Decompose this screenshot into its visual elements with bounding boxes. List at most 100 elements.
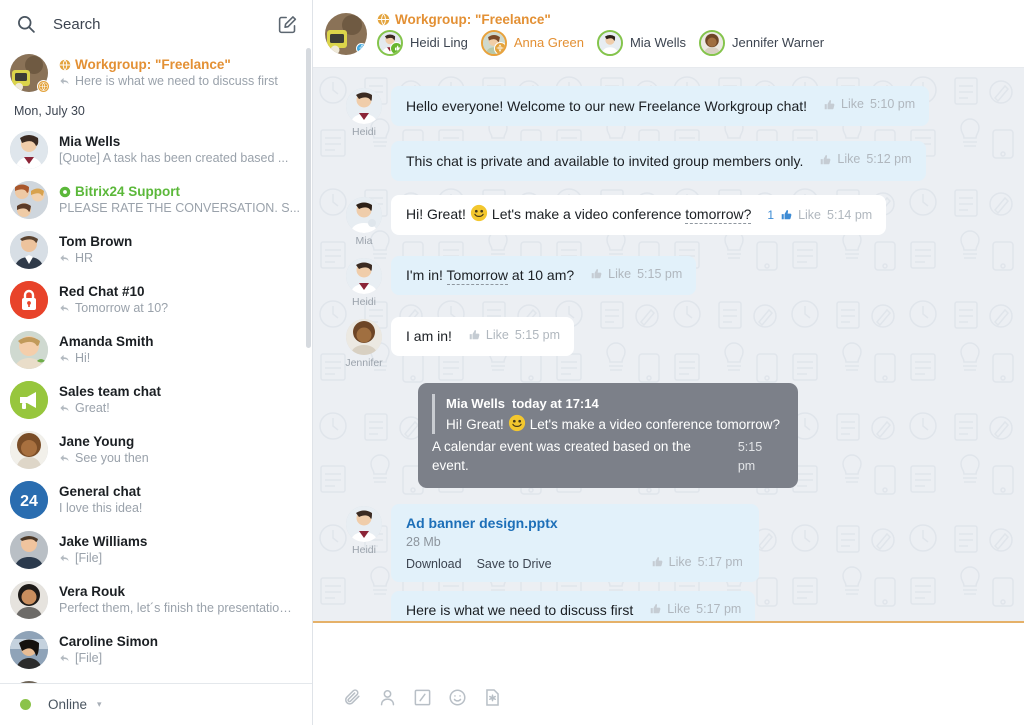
like-label[interactable]: Like xyxy=(608,265,631,284)
chat-item-subtitle-text: Hi! xyxy=(75,350,90,367)
reply-arrow-icon xyxy=(59,303,70,314)
lock-icon xyxy=(10,281,48,319)
message-bubble[interactable]: Hello everyone! Welcome to our new Freel… xyxy=(391,86,929,126)
chevron-down-icon[interactable]: ▾ xyxy=(97,699,102,710)
chat-header-title-text: Workgroup: "Freelance" xyxy=(395,12,551,27)
chat-item-title-text: Red Chat #10 xyxy=(59,283,145,300)
message-dotted-word[interactable]: Tomorrow xyxy=(447,267,508,285)
thumb-up-icon xyxy=(823,99,835,111)
message-row: Heidi I'm in! Tomorrow at 10 am? Like 5:… xyxy=(313,256,1024,308)
chat-member-heidi-ling[interactable]: Heidi Ling xyxy=(377,30,468,56)
chat-item-subtitle-text: Great! xyxy=(75,400,110,417)
thumb-up-icon xyxy=(651,556,663,568)
sidebar-scrollbar-thumb[interactable] xyxy=(306,48,311,348)
avatar xyxy=(10,231,48,269)
like-label[interactable]: Like xyxy=(841,95,864,114)
chat-item-subtitle-text: PLEASE RATE THE CONVERSATION. S... xyxy=(59,200,300,217)
chat-item-title: Red Chat #10 xyxy=(59,283,300,300)
save-to-drive-link[interactable]: Save to Drive xyxy=(477,557,552,571)
message-meta: Like 5:10 pm xyxy=(823,95,915,114)
reply-arrow-icon xyxy=(59,253,70,264)
chat-member-jennifer-warner[interactable]: Jennifer Warner xyxy=(699,30,824,56)
reply-arrow-icon xyxy=(59,553,70,564)
compose-icon[interactable] xyxy=(277,14,298,35)
status-bar[interactable]: Online ▾ xyxy=(0,683,312,725)
chat-item-subtitle-text: Perfect them, let´s finish the presentat… xyxy=(59,600,292,617)
chat-member-name: Mia Wells xyxy=(630,35,686,50)
chat-list-item[interactable]: Caroline Simon [File] xyxy=(0,625,312,675)
avatar xyxy=(10,181,48,219)
support-icon xyxy=(59,186,71,198)
file-message-bubble[interactable]: Ad banner design.pptx 28 Mb Download Sav… xyxy=(391,504,759,582)
chat-list-item[interactable]: Jane Young See you then xyxy=(0,425,312,475)
avatar xyxy=(346,258,382,294)
download-link[interactable]: Download xyxy=(406,557,462,571)
chat-member-name: Heidi Ling xyxy=(410,35,468,50)
message-row: Heidi Ad banner design.pptx 28 Mb Downlo… xyxy=(313,504,1024,582)
like-label[interactable]: Like xyxy=(486,326,509,345)
message-row: This chat is private and available to in… xyxy=(313,141,1024,181)
chat-item-subtitle-text: Tomorrow at 10? xyxy=(75,300,168,317)
search-icon[interactable] xyxy=(16,14,36,34)
chat-item-title: Tom Brown xyxy=(59,233,300,250)
message-text-before: Hi! Great! xyxy=(406,206,466,222)
chat-list-item[interactable]: Workgroup: "Freelance" Here is what we n… xyxy=(0,48,312,98)
message-bubble[interactable]: Hi! Great!Let's make a video conference … xyxy=(391,195,886,235)
message-bubble[interactable]: Here is what we need to discuss first Li… xyxy=(391,591,755,622)
reply-arrow-icon xyxy=(59,453,70,464)
chat-member-list: Heidi Ling Anna Green xyxy=(377,30,837,56)
message-time: 5:10 pm xyxy=(870,95,915,114)
message-row: Heidi Hello everyone! Welcome to our new… xyxy=(313,86,1024,138)
chat-member-anna-green[interactable]: Anna Green xyxy=(481,30,584,56)
file-name-link[interactable]: Ad banner design.pptx xyxy=(406,515,743,531)
chat-item-title: Workgroup: "Freelance" xyxy=(59,56,300,73)
chat-list[interactable]: Workgroup: "Freelance" Here is what we n… xyxy=(0,48,312,683)
chat-list-item[interactable]: 24 General chat I love this idea! xyxy=(0,475,312,525)
message-composer[interactable] xyxy=(313,623,1024,725)
like-label[interactable]: Like xyxy=(837,150,860,169)
message-bubble[interactable]: This chat is private and available to in… xyxy=(391,141,926,181)
message-bubble[interactable]: I am in! Like 5:15 pm xyxy=(391,317,574,357)
sidebar-scrollbar[interactable] xyxy=(306,48,311,681)
message-meta: Like 5:15 pm xyxy=(468,326,560,345)
mention-person-icon[interactable] xyxy=(378,688,397,707)
message-list: Heidi Hello everyone! Welcome to our new… xyxy=(313,86,1024,621)
message-dotted-word[interactable]: tomorrow? xyxy=(685,206,751,224)
chat-panel: Workgroup: "Freelance" Heidi Ling xyxy=(313,0,1024,725)
date-separator: Mon, July 30 xyxy=(0,98,312,125)
avatar xyxy=(10,431,48,469)
chat-list-item[interactable]: Workgroup: "Sales Team Group " Heidi Lin… xyxy=(0,675,312,683)
chat-list-item[interactable]: Sales team chat Great! xyxy=(0,375,312,425)
chat-member-mia-wells[interactable]: Mia Wells xyxy=(597,30,686,56)
message-author-label: Mia xyxy=(356,235,373,247)
message-text: I'm in! Tomorrow at 10 am? xyxy=(406,266,574,285)
message-bubble[interactable]: I'm in! Tomorrow at 10 am? Like 5:15 pm xyxy=(391,256,696,296)
chat-list-item[interactable]: Jake Williams [File] xyxy=(0,525,312,575)
message-area[interactable]: Heidi Hello everyone! Welcome to our new… xyxy=(313,68,1024,621)
chat-item-subtitle-text: Here is what we need to discuss first xyxy=(75,73,278,90)
search-input[interactable] xyxy=(53,16,277,33)
message-author-label: Heidi xyxy=(352,296,376,308)
chat-item-title-text: Tom Brown xyxy=(59,233,132,250)
quote-time: today at 17:14 xyxy=(512,396,599,411)
reply-arrow-icon xyxy=(59,353,70,364)
chat-list-item[interactable]: Tom Brown HR xyxy=(0,225,312,275)
chat-list-item[interactable]: Bitrix24 Support PLEASE RATE THE CONVERS… xyxy=(0,175,312,225)
message-time: 5:14 pm xyxy=(827,206,872,225)
like-label[interactable]: Like xyxy=(798,206,821,225)
like-label[interactable]: Like xyxy=(667,600,690,619)
chat-header-title[interactable]: Workgroup: "Freelance" xyxy=(377,12,837,27)
quote-text-before: Hi! Great! xyxy=(446,417,504,432)
chat-list-item[interactable]: Red Chat #10 Tomorrow at 10? xyxy=(0,275,312,325)
paperclip-icon[interactable] xyxy=(343,688,362,707)
emoji-icon[interactable] xyxy=(448,688,467,707)
chat-list-item[interactable]: Mia Wells [Quote] A task has been create… xyxy=(0,125,312,175)
slash-command-icon[interactable] xyxy=(413,688,432,707)
chat-list-item[interactable]: Vera Rouk Perfect them, let´s finish the… xyxy=(0,575,312,625)
template-file-icon[interactable] xyxy=(483,688,502,707)
quoted-system-message[interactable]: Mia Wellstoday at 17:14 Hi! Great!Let's … xyxy=(418,383,798,488)
chat-item-subtitle-text: HR xyxy=(75,250,93,267)
like-label[interactable]: Like xyxy=(669,555,692,569)
chat-list-item[interactable]: Amanda Smith Hi! xyxy=(0,325,312,375)
chat-item-title-text: Sales team chat xyxy=(59,383,161,400)
